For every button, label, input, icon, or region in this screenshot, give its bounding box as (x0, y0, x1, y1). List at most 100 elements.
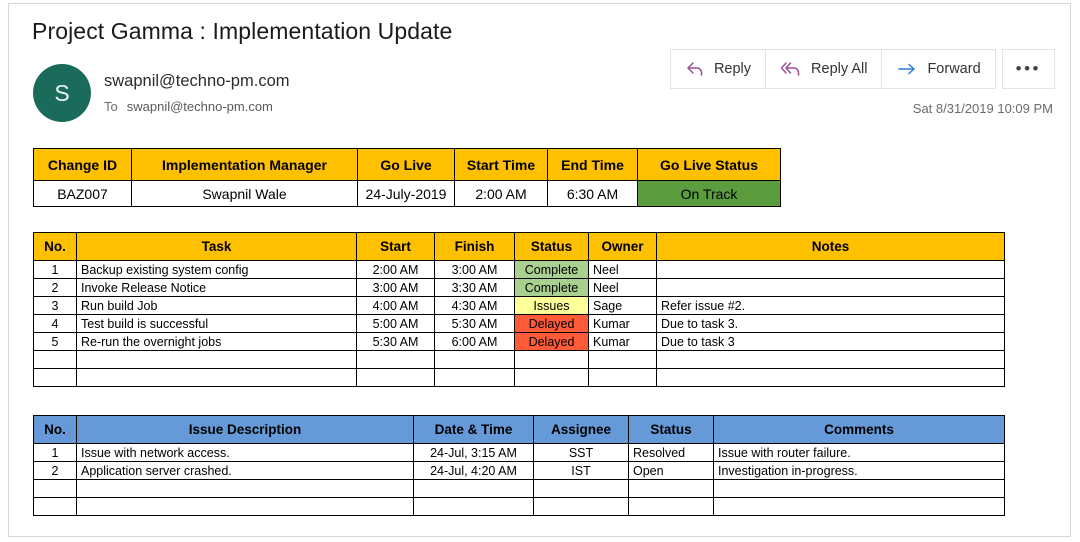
reply-button[interactable]: Reply (670, 49, 766, 89)
table-row: 5Re-run the overnight jobs5:30 AM6:00 AM… (34, 333, 1005, 351)
col-start: Start (357, 233, 435, 261)
cell-notes: Due to task 3. (657, 315, 1005, 333)
cell-end-time: 6:30 AM (548, 181, 638, 207)
cell-owner: Neel (589, 279, 657, 297)
issue-table: No. Issue Description Date & Time Assign… (33, 415, 1005, 516)
col-start-time: Start Time (455, 149, 548, 181)
cell-start (357, 369, 435, 387)
more-actions-button[interactable]: ••• (1002, 49, 1055, 89)
status-badge (515, 369, 589, 387)
cell-change-id: BAZ007 (34, 181, 132, 207)
cell-assignee: SST (534, 444, 629, 462)
cell-start (357, 351, 435, 369)
email-reading-pane: Project Gamma : Implementation Update S … (8, 3, 1071, 537)
cell-no (34, 351, 77, 369)
cell-finish: 4:30 AM (435, 297, 515, 315)
table-row: 3Run build Job4:00 AM4:30 AMIssuesSageRe… (34, 297, 1005, 315)
cell-assignee (534, 498, 629, 516)
cell-owner: Neel (589, 261, 657, 279)
col-comments: Comments (714, 416, 1005, 444)
col-change-id: Change ID (34, 149, 132, 181)
col-manager: Implementation Manager (132, 149, 358, 181)
status-badge: Issues (515, 297, 589, 315)
reply-all-button[interactable]: Reply All (765, 49, 882, 89)
message-actions-toolbar: Reply Reply All Forward ••• (671, 49, 1055, 89)
status-badge: Delayed (515, 333, 589, 351)
cell-owner: Kumar (589, 333, 657, 351)
cell-finish (435, 351, 515, 369)
table-row (34, 351, 1005, 369)
cell-no (34, 369, 77, 387)
cell-assignee: IST (534, 462, 629, 480)
table-row: 2Application server crashed.24-Jul, 4:20… (34, 462, 1005, 480)
cell-description: Issue with network access. (77, 444, 414, 462)
cell-no: 3 (34, 297, 77, 315)
cell-no (34, 480, 77, 498)
col-go-live-status: Go Live Status (638, 149, 781, 181)
col-assignee: Assignee (534, 416, 629, 444)
cell-status: Resolved (629, 444, 714, 462)
forward-arrow-icon (896, 61, 918, 77)
reply-button-label: Reply (714, 61, 751, 77)
col-status: Status (629, 416, 714, 444)
cell-datetime: 24-Jul, 3:15 AM (414, 444, 534, 462)
cell-start: 4:00 AM (357, 297, 435, 315)
col-task: Task (77, 233, 357, 261)
cell-owner (589, 369, 657, 387)
cell-notes (657, 279, 1005, 297)
status-badge: Delayed (515, 315, 589, 333)
cell-finish: 3:30 AM (435, 279, 515, 297)
table-row: 2Invoke Release Notice3:00 AM3:30 AMComp… (34, 279, 1005, 297)
cell-finish: 6:00 AM (435, 333, 515, 351)
cell-owner: Kumar (589, 315, 657, 333)
status-badge (515, 351, 589, 369)
col-finish: Finish (435, 233, 515, 261)
cell-status (629, 498, 714, 516)
cell-start: 3:00 AM (357, 279, 435, 297)
cell-notes: Due to task 3 (657, 333, 1005, 351)
message-timestamp: Sat 8/31/2019 10:09 PM (913, 101, 1053, 116)
cell-owner (589, 351, 657, 369)
reply-arrow-icon (685, 61, 705, 77)
recipient-address: swapnil@techno-pm.com (127, 99, 273, 114)
cell-assignee (534, 480, 629, 498)
cell-start-time: 2:00 AM (455, 181, 548, 207)
cell-status: Open (629, 462, 714, 480)
cell-go-live: 24-July-2019 (358, 181, 455, 207)
col-end-time: End Time (548, 149, 638, 181)
cell-task: Run build Job (77, 297, 357, 315)
cell-description (77, 498, 414, 516)
col-notes: Notes (657, 233, 1005, 261)
forward-button[interactable]: Forward (881, 49, 995, 89)
table-row (34, 369, 1005, 387)
cell-comments: Issue with router failure. (714, 444, 1005, 462)
task-table: No. Task Start Finish Status Owner Notes… (33, 232, 1005, 387)
sender-address: swapnil@techno-pm.com (104, 72, 290, 91)
cell-no: 5 (34, 333, 77, 351)
cell-no: 4 (34, 315, 77, 333)
table-row: 1Backup existing system config2:00 AM3:0… (34, 261, 1005, 279)
col-status: Status (515, 233, 589, 261)
page-title: Project Gamma : Implementation Update (32, 18, 452, 45)
cell-task: Invoke Release Notice (77, 279, 357, 297)
cell-comments (714, 480, 1005, 498)
col-go-live: Go Live (358, 149, 455, 181)
change-summary-table: Change ID Implementation Manager Go Live… (33, 148, 781, 207)
reply-all-arrow-icon (780, 61, 802, 77)
cell-description (77, 480, 414, 498)
table-row: 4Test build is successful5:00 AM5:30 AMD… (34, 315, 1005, 333)
cell-no: 2 (34, 462, 77, 480)
col-owner: Owner (589, 233, 657, 261)
table-header-row: Change ID Implementation Manager Go Live… (34, 149, 781, 181)
cell-comments (714, 498, 1005, 516)
cell-manager: Swapnil Wale (132, 181, 358, 207)
cell-start: 5:30 AM (357, 333, 435, 351)
cell-no: 1 (34, 444, 77, 462)
table-row (34, 498, 1005, 516)
status-badge-go-live: On Track (638, 181, 781, 207)
status-badge: Complete (515, 261, 589, 279)
cell-start: 5:00 AM (357, 315, 435, 333)
col-description: Issue Description (77, 416, 414, 444)
table-header-row: No. Issue Description Date & Time Assign… (34, 416, 1005, 444)
table-row (34, 480, 1005, 498)
